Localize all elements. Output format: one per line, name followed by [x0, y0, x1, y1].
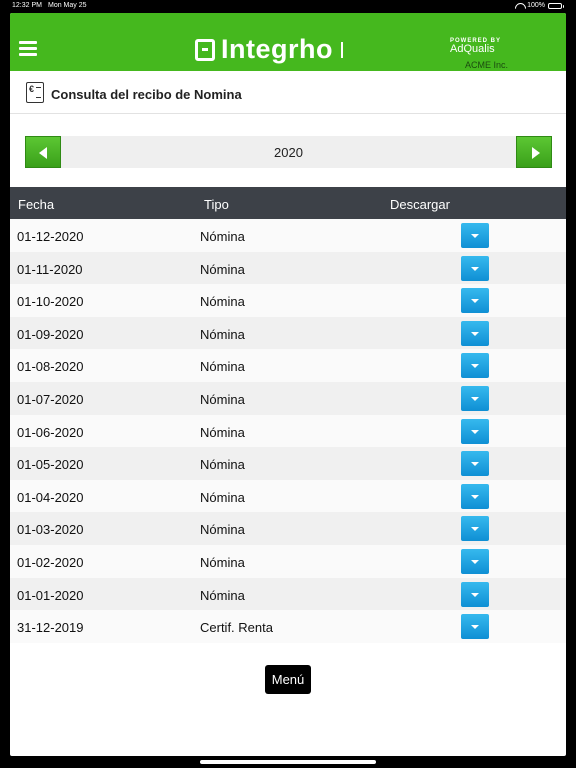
row-tipo: Certif. Renta: [200, 620, 273, 636]
download-button[interactable]: [461, 614, 489, 640]
year-selector: 2020: [25, 136, 552, 168]
row-fecha: 31-12-2019: [17, 620, 84, 636]
download-button[interactable]: [461, 516, 489, 542]
table-row: 01-05-2020 Nómina: [10, 447, 566, 480]
row-tipo: Nómina: [200, 294, 245, 310]
download-button[interactable]: [461, 451, 489, 477]
row-tipo: Nómina: [200, 261, 245, 277]
row-fecha: 01-07-2020: [17, 391, 84, 407]
download-button[interactable]: [461, 581, 489, 607]
row-fecha: 01-04-2020: [17, 489, 84, 505]
status-right: 100%: [515, 2, 564, 9]
download-button[interactable]: [461, 255, 489, 281]
download-button[interactable]: [461, 483, 489, 509]
row-tipo: Nómina: [200, 457, 245, 473]
table-row: 01-10-2020 Nómina: [10, 284, 566, 317]
menu-button[interactable]: Menú: [265, 665, 311, 694]
table-row: 01-09-2020 Nómina: [10, 316, 566, 350]
home-indicator[interactable]: [200, 760, 376, 764]
battery-icon: [548, 2, 564, 9]
download-button[interactable]: [461, 353, 489, 379]
row-tipo: Nómina: [200, 587, 245, 603]
column-header-tipo: Tipo: [204, 197, 229, 212]
row-fecha: 01-01-2020: [17, 587, 84, 603]
row-tipo: Nómina: [200, 522, 245, 538]
download-button[interactable]: [461, 288, 489, 314]
payroll-table: Fecha Tipo Descargar 01-12-2020 Nómina 01-…: [10, 187, 566, 643]
download-button[interactable]: [461, 548, 489, 574]
battery-percent: 100%: [527, 2, 545, 9]
table-row: 01-01-2020 Nómina: [10, 577, 566, 611]
table-row: 01-08-2020 Nómina: [10, 349, 566, 382]
row-tipo: Nómina: [200, 424, 245, 440]
row-fecha: 01-08-2020: [17, 359, 84, 375]
table-row: 01-12-2020 Nómina: [10, 219, 566, 252]
row-fecha: 01-12-2020: [17, 229, 84, 244]
arrow-right-icon: [532, 147, 540, 159]
row-fecha: 01-11-2020: [17, 261, 83, 277]
wifi-icon: [515, 3, 524, 9]
row-fecha: 01-05-2020: [17, 457, 84, 473]
table-row: 01-07-2020 Nómina: [10, 381, 566, 415]
status-bar: 12:32 PM Mon May 25 100%: [0, 0, 576, 13]
table-body: 01-12-2020 Nómina 01-11-2020 Nómina 01-10-20…: [10, 219, 566, 643]
row-fecha: 01-03-2020: [17, 522, 84, 538]
row-tipo: Nómina: [200, 229, 245, 244]
column-header-fecha: Fecha: [18, 197, 55, 212]
selected-year: 2020: [274, 145, 303, 160]
download-button[interactable]: [461, 418, 489, 444]
status-time: 12:32 PM: [12, 2, 42, 9]
content-layer: 2020 Fecha Tipo Descargar 01-12-2020 Nómi…: [10, 13, 566, 756]
table-row: 01-11-2020 Nómina: [10, 251, 566, 285]
row-fecha: 01-02-2020: [17, 554, 84, 570]
table-row: 01-03-2020 Nómina: [10, 512, 566, 545]
row-fecha: 01-09-2020: [17, 326, 84, 342]
download-button[interactable]: [461, 223, 489, 248]
row-tipo: Nómina: [200, 391, 245, 407]
table-row: 31-12-2019 Certif. Renta: [10, 610, 566, 643]
next-year-button[interactable]: [516, 136, 552, 168]
table-row: 01-06-2020 Nómina: [10, 414, 566, 448]
row-fecha: 01-06-2020: [17, 424, 84, 440]
table-row: 01-02-2020 Nómina: [10, 544, 566, 578]
row-tipo: Nómina: [200, 326, 245, 342]
column-header-descargar: Descargar: [390, 197, 450, 212]
row-tipo: Nómina: [200, 489, 245, 505]
row-tipo: Nómina: [200, 359, 245, 375]
table-header: Fecha Tipo Descargar: [10, 187, 566, 219]
status-date: Mon May 25: [48, 2, 87, 9]
row-tipo: Nómina: [200, 554, 245, 570]
row-fecha: 01-10-2020: [17, 294, 84, 310]
download-button[interactable]: [461, 320, 489, 346]
table-row: 01-04-2020 Nómina: [10, 479, 566, 513]
download-button[interactable]: [461, 385, 489, 411]
